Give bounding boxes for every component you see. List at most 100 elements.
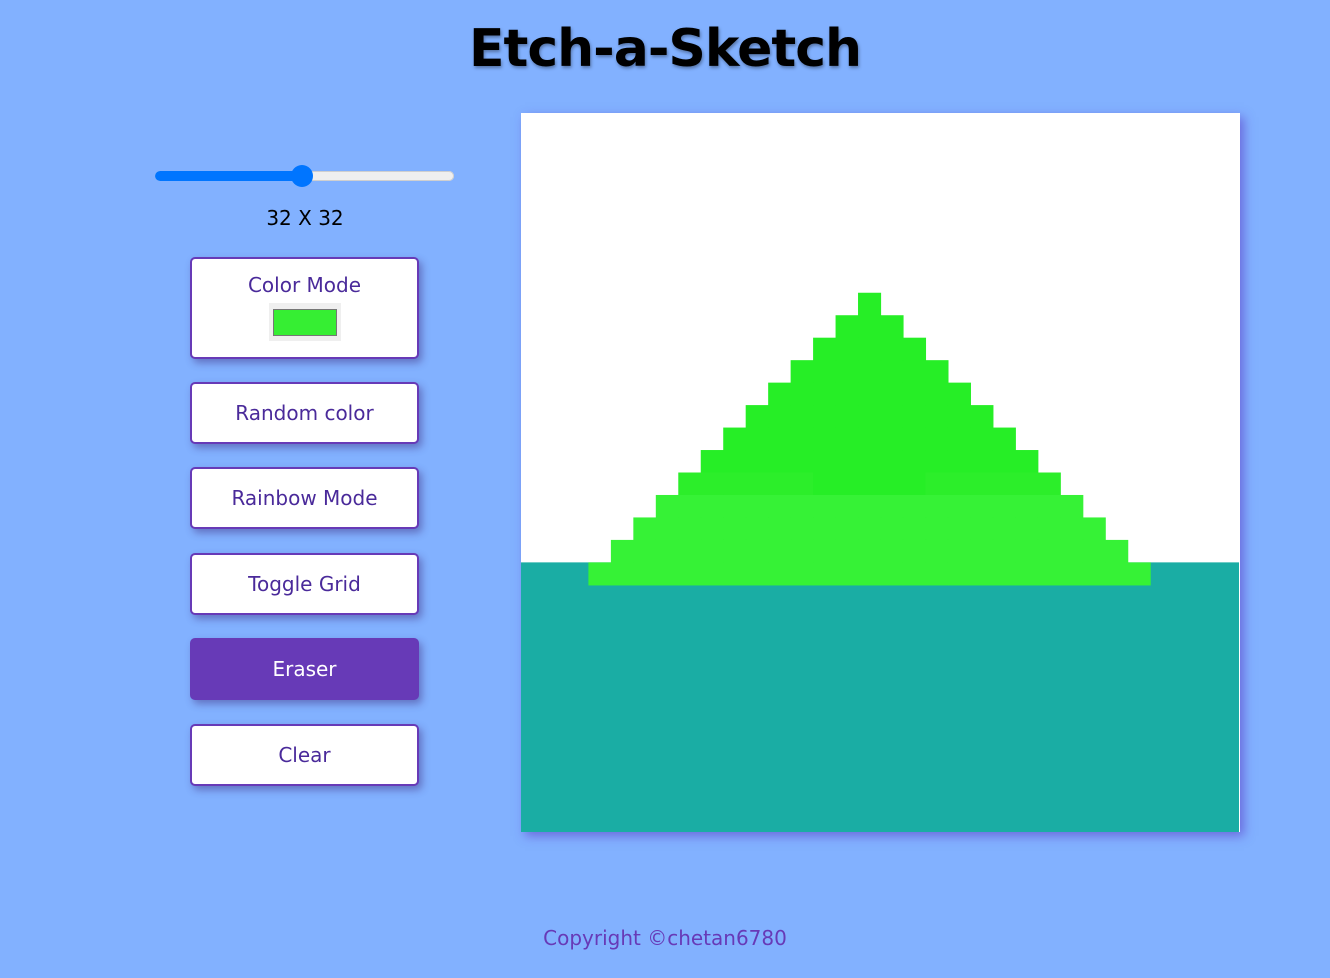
painted-cell[interactable] [880,517,904,541]
painted-cell[interactable] [813,517,837,541]
painted-cell[interactable] [768,494,792,519]
painted-cell[interactable] [813,562,837,586]
painted-cell[interactable] [947,427,971,451]
painted-cell[interactable] [700,450,724,474]
painted-cell[interactable] [790,450,814,474]
painted-cell[interactable] [768,450,792,474]
painted-cell[interactable] [790,562,814,586]
painted-cell[interactable] [813,360,837,384]
painted-cell[interactable] [970,405,994,429]
painted-cell[interactable] [925,472,949,496]
painted-cell[interactable] [768,427,792,451]
painted-cell[interactable] [902,382,927,406]
painted-cell[interactable] [745,517,769,541]
painted-cell[interactable] [858,450,882,474]
painted-cell[interactable] [745,427,769,451]
painted-cell[interactable] [835,494,859,519]
painted-cell[interactable] [880,472,904,496]
painted-cell[interactable] [1015,539,1039,563]
painted-cell[interactable] [1015,517,1039,541]
painted-cell[interactable] [925,382,949,406]
painted-cell[interactable] [858,517,882,541]
painted-cell[interactable] [1015,494,1039,519]
painted-cell[interactable] [880,539,904,563]
painted-cell[interactable] [1037,494,1061,519]
painted-cell[interactable] [880,382,904,406]
painted-cell[interactable] [970,450,994,474]
painted-cell[interactable] [700,562,724,586]
painted-cell[interactable] [947,472,971,496]
painted-cell[interactable] [813,494,837,519]
painted-cell[interactable] [880,405,904,429]
slider-thumb[interactable] [291,165,313,187]
painted-cell[interactable] [723,472,747,496]
painted-cell[interactable] [768,472,792,496]
sketch-grid[interactable] [521,113,1240,832]
painted-cell[interactable] [655,494,679,519]
painted-cell[interactable] [970,517,994,541]
toggle-grid-button[interactable]: Toggle Grid [190,553,419,615]
sketch-board[interactable] [521,113,1240,832]
painted-cell[interactable] [880,427,904,451]
painted-cell[interactable] [858,427,882,451]
clear-button[interactable]: Clear [190,724,419,786]
painted-cell[interactable] [902,539,927,563]
painted-cell[interactable] [947,562,971,586]
painted-cell[interactable] [768,539,792,563]
painted-cell[interactable] [678,472,702,496]
painted-cell[interactable] [790,405,814,429]
painted-cell[interactable] [970,427,994,451]
painted-cell[interactable] [723,539,747,563]
painted-cell[interactable] [992,427,1016,451]
painted-cell[interactable] [1060,517,1084,541]
painted-cell[interactable] [655,562,679,586]
painted-cell[interactable] [813,472,837,496]
painted-cell[interactable] [745,450,769,474]
painted-cell[interactable] [723,517,747,541]
painted-cell[interactable] [1105,562,1129,586]
painted-cell[interactable] [947,450,971,474]
rainbow-mode-button[interactable]: Rainbow Mode [190,467,419,529]
painted-cell[interactable] [813,382,837,406]
painted-cell[interactable] [925,562,949,586]
painted-cell[interactable] [858,292,882,316]
painted-cell[interactable] [858,337,882,361]
painted-cell[interactable] [858,360,882,384]
painted-cell[interactable] [790,427,814,451]
painted-cell[interactable] [1015,562,1039,586]
painted-cell[interactable] [970,539,994,563]
painted-cell[interactable] [1105,539,1129,563]
painted-cell[interactable] [835,472,859,496]
painted-cell[interactable] [678,562,702,586]
painted-cell[interactable] [902,427,927,451]
painted-cell[interactable] [880,562,904,586]
painted-cell[interactable] [947,405,971,429]
painted-cell[interactable] [835,427,859,451]
painted-cell[interactable] [992,450,1016,474]
painted-cell[interactable] [835,405,859,429]
painted-cell[interactable] [768,405,792,429]
painted-cell[interactable] [1082,562,1106,586]
painted-cell[interactable] [700,539,724,563]
painted-cell[interactable] [835,382,859,406]
painted-cell[interactable] [768,382,792,406]
painted-cell[interactable] [745,539,769,563]
painted-cell[interactable] [858,562,882,586]
painted-cell[interactable] [723,427,747,451]
painted-cell[interactable] [790,472,814,496]
random-color-button[interactable]: Random color [190,382,419,444]
color-swatch[interactable] [272,308,337,336]
painted-cell[interactable] [790,494,814,519]
painted-cell[interactable] [1127,562,1151,586]
painted-cell[interactable] [947,539,971,563]
painted-cell[interactable] [1037,562,1061,586]
painted-cell[interactable] [813,450,837,474]
painted-cell[interactable] [790,539,814,563]
painted-cell[interactable] [700,494,724,519]
painted-cell[interactable] [678,517,702,541]
painted-cell[interactable] [992,539,1016,563]
painted-cell[interactable] [1060,539,1084,563]
painted-cell[interactable] [633,517,657,541]
painted-cell[interactable] [880,315,904,339]
painted-cell[interactable] [1037,472,1061,496]
